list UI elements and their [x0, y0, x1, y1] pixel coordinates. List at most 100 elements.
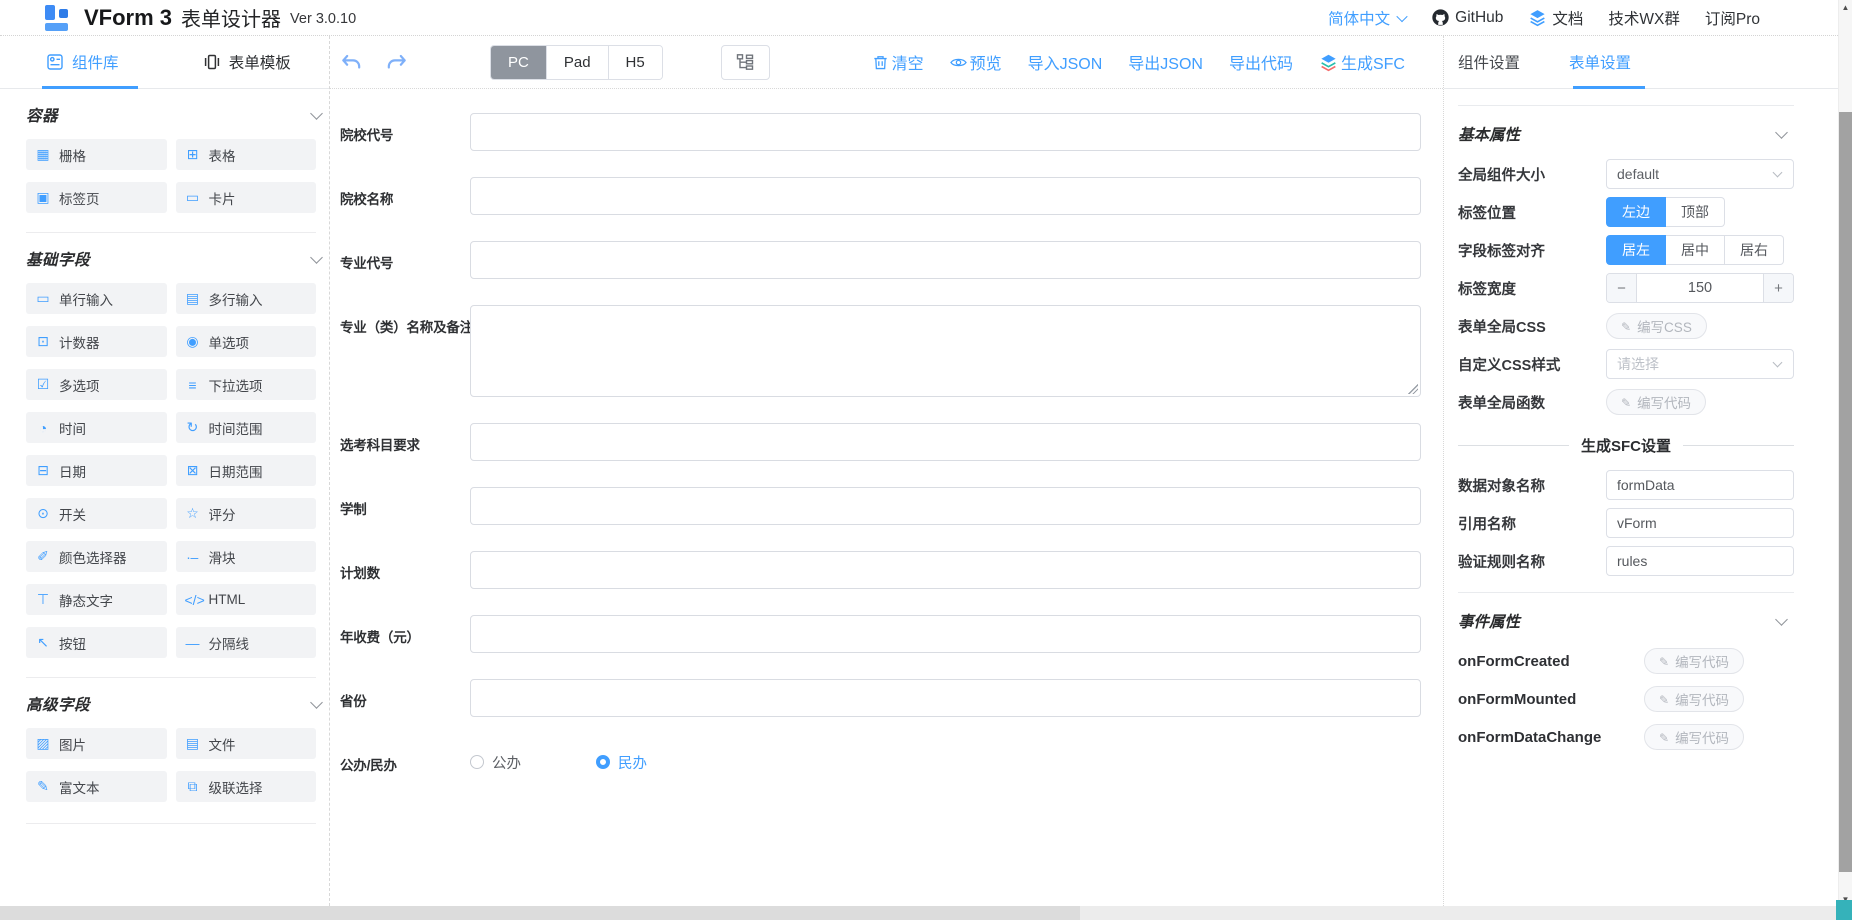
- resize-grip-icon[interactable]: [1408, 384, 1418, 394]
- textarea-input[interactable]: [470, 305, 1421, 397]
- segment-option-居左[interactable]: 居左: [1606, 235, 1666, 265]
- chevron-down-icon[interactable]: [1775, 126, 1788, 139]
- text-input[interactable]: [470, 177, 1421, 215]
- widget-item-card[interactable]: ▭卡片: [176, 182, 317, 213]
- toolbar-action-export-json[interactable]: 导出JSON: [1128, 50, 1203, 74]
- widget-item-picture-upload[interactable]: ▨图片: [26, 728, 167, 759]
- scrollbar-thumb[interactable]: [1839, 112, 1852, 872]
- select-global-size[interactable]: default: [1606, 159, 1794, 189]
- increment-button[interactable]: +: [1763, 274, 1793, 302]
- widget-item-date[interactable]: ⊟日期: [26, 455, 167, 486]
- nav-subscribe-pro-link[interactable]: 订阅Pro: [1705, 7, 1760, 29]
- widget-item-file-upload[interactable]: ▤文件: [176, 728, 317, 759]
- widget-label: 日期范围: [209, 461, 263, 481]
- widget-item-radio[interactable]: ◉单选项: [176, 326, 317, 357]
- widget-item-single-line-input[interactable]: ▭单行输入: [26, 283, 167, 314]
- form-field-7: 计划数: [340, 551, 1443, 589]
- widget-label: 计数器: [59, 332, 100, 352]
- widget-item-button[interactable]: ↖按钮: [26, 627, 167, 658]
- input-form-data-name[interactable]: formData: [1606, 470, 1794, 500]
- text-input[interactable]: [470, 551, 1421, 589]
- edit-code-button-onFormDataChange[interactable]: 编写代码: [1644, 724, 1744, 750]
- widget-label: 多行输入: [209, 289, 263, 309]
- text-input[interactable]: [470, 423, 1421, 461]
- toolbar-action-generate-sfc[interactable]: 生成SFC: [1319, 50, 1405, 74]
- form-canvas[interactable]: 院校代号院校名称专业代号专业（类）名称及备注选考科目要求学制计划数年收费（元）省…: [330, 90, 1443, 906]
- text-input[interactable]: [470, 615, 1421, 653]
- toolbar-action-clear[interactable]: 清空: [872, 50, 924, 74]
- chevron-down-icon[interactable]: [1775, 613, 1788, 626]
- vertical-scrollbar[interactable]: [1838, 0, 1852, 906]
- decrement-button[interactable]: −: [1607, 274, 1637, 302]
- nav-language-select[interactable]: 简体中文: [1328, 7, 1406, 29]
- text-input[interactable]: [470, 679, 1421, 717]
- button-label: 编写代码: [1675, 727, 1729, 747]
- input-rules-name[interactable]: rules: [1606, 546, 1794, 576]
- widget-item-rate[interactable]: ☆评分: [176, 498, 317, 529]
- widget-item-checkbox[interactable]: ☑多选项: [26, 369, 167, 400]
- toolbar-action-import-json[interactable]: 导入JSON: [1028, 50, 1103, 74]
- device-tab-h5[interactable]: H5: [608, 46, 662, 79]
- edit-code-button-onFormCreated[interactable]: 编写代码: [1644, 648, 1744, 674]
- edit-code-button-onFormMounted[interactable]: 编写代码: [1644, 686, 1744, 712]
- chevron-down-icon[interactable]: [310, 107, 323, 120]
- segment-option-居中[interactable]: 居中: [1666, 235, 1725, 265]
- widget-item-static-text[interactable]: ⊤静态文字: [26, 584, 167, 615]
- widget-item-color-picker[interactable]: ✐颜色选择器: [26, 541, 167, 572]
- nav-docs-link[interactable]: 文档: [1528, 7, 1583, 29]
- segment-option-左边[interactable]: 左边: [1606, 197, 1666, 227]
- tab-widget-settings[interactable]: 组件设置: [1458, 51, 1520, 73]
- edit-code-button-form-css[interactable]: 编写CSS: [1606, 313, 1707, 339]
- settings-panel: 组件设置 表单设置 基本属性 全局组件大小default标签位置左边顶部字段标签…: [1443, 36, 1838, 906]
- widget-item-html[interactable]: </>HTML: [176, 584, 317, 615]
- tab-form-settings[interactable]: 表单设置: [1569, 51, 1631, 73]
- widget-item-table[interactable]: ⊞表格: [176, 139, 317, 170]
- widget-item-select[interactable]: ≡下拉选项: [176, 369, 317, 400]
- undo-button[interactable]: [336, 49, 366, 75]
- widget-item-date-range[interactable]: ⊠日期范围: [176, 455, 317, 486]
- select-custom-css-class[interactable]: 请选择: [1606, 349, 1794, 379]
- text-input[interactable]: [470, 113, 1421, 151]
- radio-option-民办[interactable]: 民办: [596, 752, 647, 773]
- widget-item-cascader[interactable]: ⧉级联选择: [176, 771, 317, 802]
- widget-item-slider[interactable]: ∙–滑块: [176, 541, 317, 572]
- setting-label: onFormMounted: [1458, 691, 1644, 708]
- widget-item-number-input[interactable]: ⊡计数器: [26, 326, 167, 357]
- widget-label: 富文本: [59, 777, 100, 797]
- input-form-ref-name[interactable]: vForm: [1606, 508, 1794, 538]
- tab-form-templates[interactable]: 表单模板: [165, 51, 330, 73]
- node-tree-button[interactable]: [721, 45, 770, 80]
- corner-widget[interactable]: [1836, 900, 1852, 920]
- action-label: 导入JSON: [1028, 50, 1103, 74]
- scroll-up-arrow-icon[interactable]: [1839, 0, 1852, 16]
- scrollbar-thumb[interactable]: [0, 906, 1080, 920]
- text-input[interactable]: [470, 241, 1421, 279]
- tab-component-library[interactable]: 组件库: [0, 51, 165, 73]
- widget-item-time[interactable]: ◔时间: [26, 412, 167, 443]
- radio-option-公办[interactable]: 公办: [470, 752, 521, 773]
- widget-item-tab[interactable]: ▣标签页: [26, 182, 167, 213]
- chevron-down-icon[interactable]: [310, 696, 323, 709]
- segment-option-顶部[interactable]: 顶部: [1666, 197, 1725, 227]
- toolbar-action-preview[interactable]: 预览: [950, 50, 1002, 74]
- segment-option-居右[interactable]: 居右: [1725, 235, 1784, 265]
- widget-item-grid[interactable]: ▦栅格: [26, 139, 167, 170]
- nav-wx-group-link[interactable]: 技术WX群: [1608, 7, 1679, 29]
- widget-item-time-range[interactable]: ↻时间范围: [176, 412, 317, 443]
- device-tab-pad[interactable]: Pad: [546, 46, 608, 79]
- date-icon: ⊟: [35, 462, 51, 479]
- text-input[interactable]: [470, 487, 1421, 525]
- edit-code-button-form-functions[interactable]: 编写代码: [1606, 389, 1706, 415]
- device-tab-pc[interactable]: PC: [491, 46, 546, 79]
- widget-item-rich-editor[interactable]: ✎富文本: [26, 771, 167, 802]
- widget-item-switch[interactable]: ⊙开关: [26, 498, 167, 529]
- chevron-down-icon[interactable]: [310, 251, 323, 264]
- nav-github-link[interactable]: GitHub: [1431, 8, 1503, 27]
- star-icon: ☆: [185, 505, 201, 522]
- horizontal-scrollbar[interactable]: [0, 906, 1838, 920]
- redo-button[interactable]: [382, 49, 412, 75]
- nav-label: 技术WX群: [1608, 7, 1679, 29]
- widget-item-multi-line-input[interactable]: ▤多行输入: [176, 283, 317, 314]
- widget-item-divider[interactable]: —分隔线: [176, 627, 317, 658]
- toolbar-action-export-code[interactable]: 导出代码: [1229, 50, 1293, 74]
